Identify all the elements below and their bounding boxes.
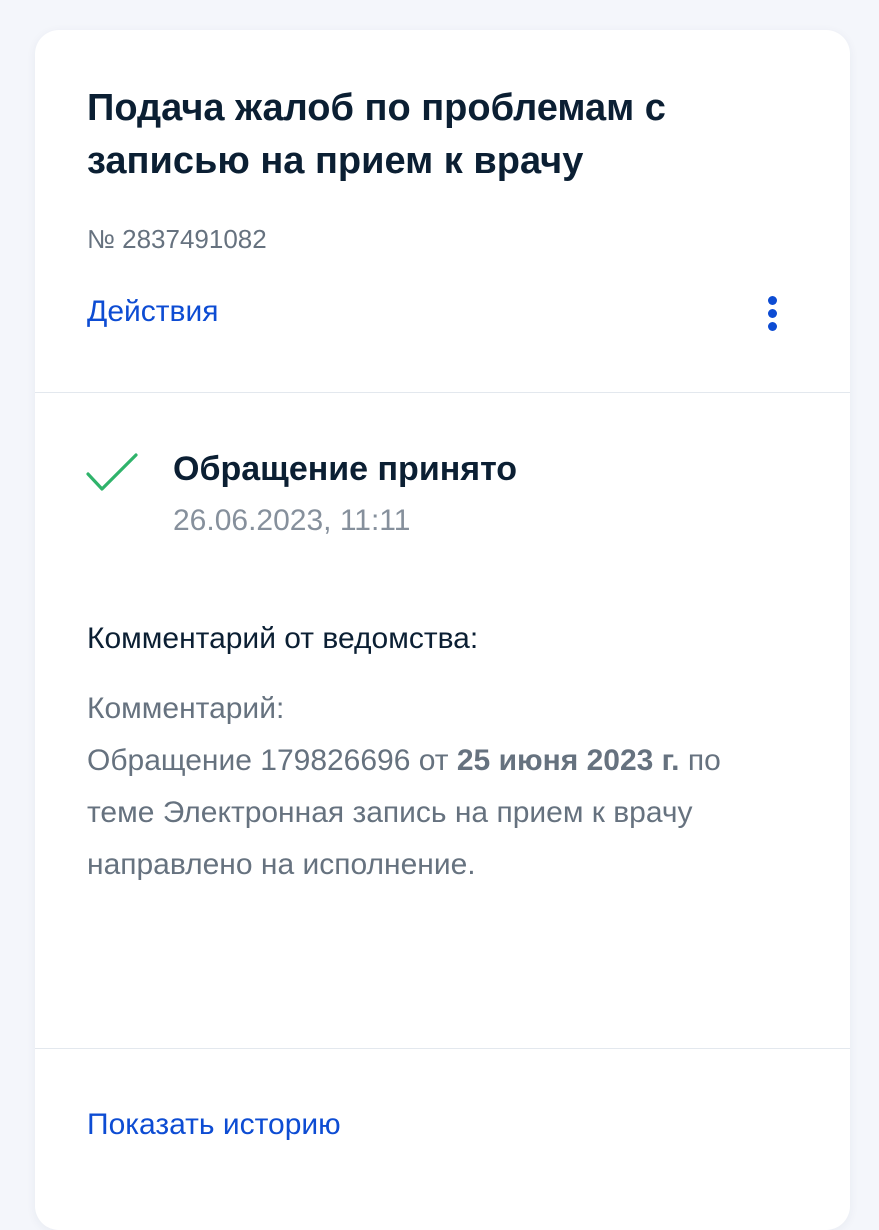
more-vertical-icon bbox=[768, 309, 777, 318]
comment-date: 25 июня 2023 г. bbox=[456, 744, 680, 777]
comment-label: Комментарий: bbox=[87, 692, 285, 725]
request-title: Подача жалоб по проблемам с записью на п… bbox=[87, 87, 666, 182]
card-header: Подача жалоб по проблемам с записью на п… bbox=[35, 30, 850, 392]
status-datetime: 26.06.2023, 11:11 bbox=[173, 504, 411, 537]
comment-heading: Комментарий от ведомства: bbox=[87, 622, 479, 655]
show-history-link[interactable]: Показать историю bbox=[87, 1105, 341, 1145]
request-number: № 2837491082 bbox=[87, 224, 267, 254]
comment-text: Обращение 179826696 от 25 июня 2023 г. п… bbox=[87, 735, 787, 891]
more-options-button[interactable] bbox=[757, 292, 787, 334]
comment-body: Комментарий: Обращение 179826696 от 25 и… bbox=[87, 683, 787, 891]
status-section: Обращение принято 26.06.2023, 11:11 Комм… bbox=[35, 393, 850, 1048]
comment-text-start: Обращение 179826696 от bbox=[87, 744, 457, 777]
actions-link[interactable]: Действия bbox=[87, 293, 218, 331]
more-vertical-icon bbox=[768, 322, 777, 331]
more-vertical-icon bbox=[768, 296, 777, 305]
check-icon bbox=[86, 453, 138, 491]
request-card: Подача жалоб по проблемам с записью на п… bbox=[35, 30, 850, 1230]
status-title: Обращение принято bbox=[173, 450, 518, 488]
card-footer: Показать историю bbox=[35, 1049, 850, 1199]
